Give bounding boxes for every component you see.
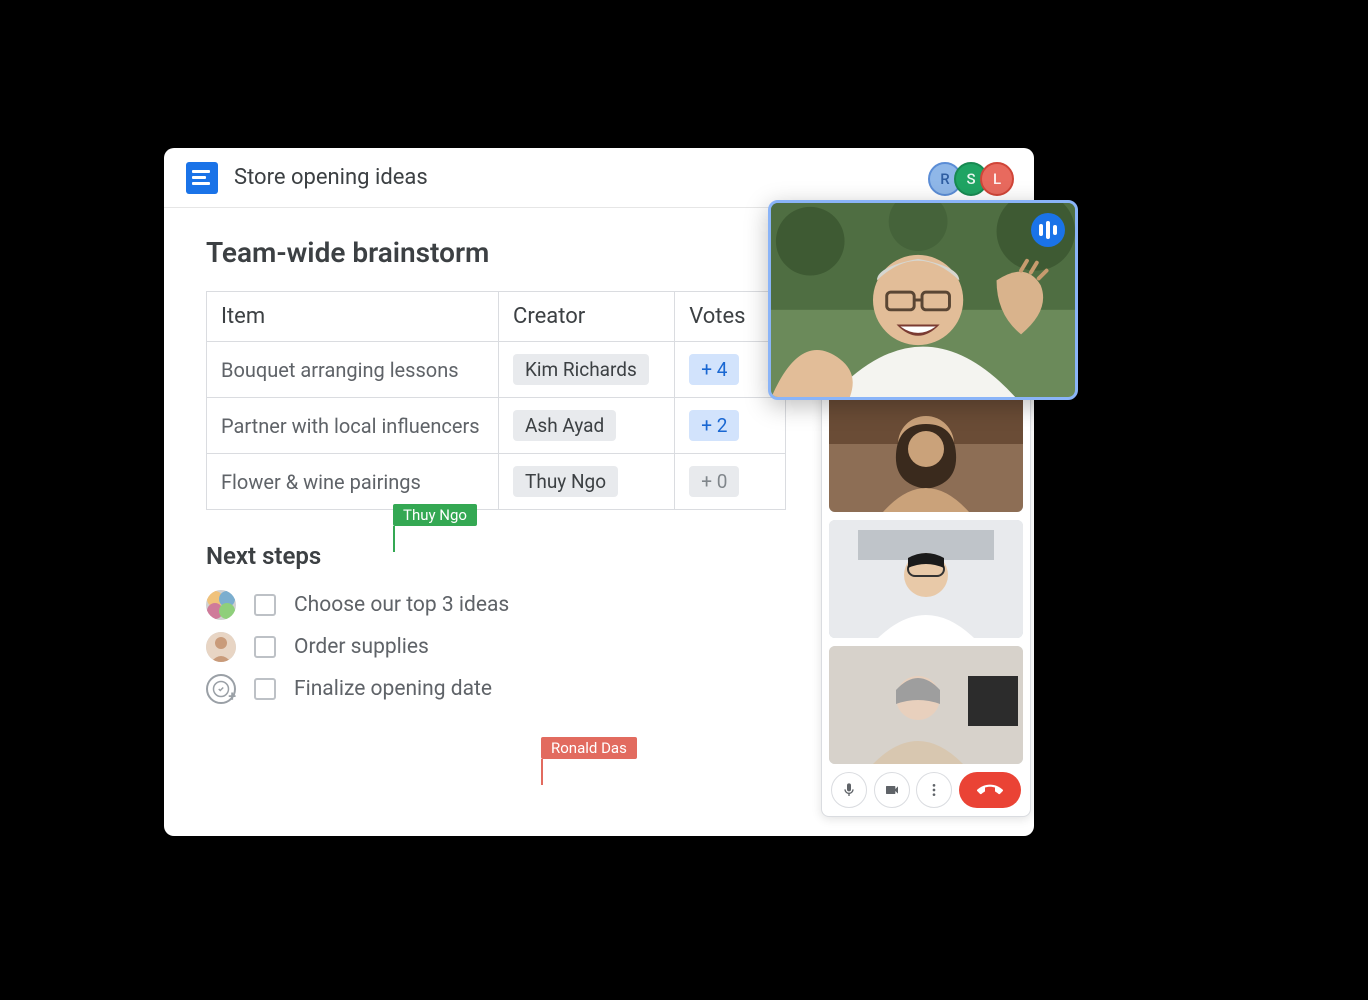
participant-thumbnail[interactable] bbox=[829, 520, 1023, 638]
hangup-button[interactable] bbox=[959, 772, 1021, 808]
table-row: Bouquet arranging lessons Kim Richards +… bbox=[207, 342, 786, 398]
video-call-panel bbox=[821, 385, 1031, 817]
checklist-label: Order supplies bbox=[294, 635, 429, 659]
col-item: Item bbox=[207, 292, 499, 342]
assignee-avatar[interactable] bbox=[206, 632, 236, 662]
participant-thumbnail[interactable] bbox=[829, 394, 1023, 512]
collaborator-cursor-label: Thuy Ngo bbox=[393, 504, 477, 526]
item-cell: Flower & wine pairings bbox=[207, 454, 499, 510]
document-title[interactable]: Store opening ideas bbox=[234, 165, 428, 190]
creator-cell: Kim Richards bbox=[499, 342, 675, 398]
more-options-button[interactable] bbox=[916, 772, 952, 808]
checkbox[interactable] bbox=[254, 636, 276, 658]
call-controls bbox=[829, 772, 1023, 810]
ideas-table: Item Creator Votes Bouquet arranging les… bbox=[206, 291, 786, 510]
checklist-label: Finalize opening date bbox=[294, 677, 492, 701]
titlebar: Store opening ideas R S L bbox=[164, 148, 1034, 208]
docs-app-icon[interactable] bbox=[186, 162, 218, 194]
col-creator: Creator bbox=[499, 292, 675, 342]
item-cell: Bouquet arranging lessons bbox=[207, 342, 499, 398]
checkbox[interactable] bbox=[254, 594, 276, 616]
table-header-row: Item Creator Votes bbox=[207, 292, 786, 342]
creator-chip[interactable]: Thuy Ngo bbox=[513, 466, 618, 497]
creator-chip[interactable]: Ash Ayad bbox=[513, 410, 616, 441]
collaborator-avatars: R S L bbox=[936, 162, 1014, 196]
creator-chip[interactable]: Kim Richards bbox=[513, 354, 649, 385]
table-row: Flower & wine pairings Thuy Ngo + 0 bbox=[207, 454, 786, 510]
checkbox[interactable] bbox=[254, 678, 276, 700]
vote-chip[interactable]: + 2 bbox=[689, 410, 739, 441]
checklist-label: Choose our top 3 ideas bbox=[294, 593, 509, 617]
mic-button[interactable] bbox=[831, 772, 867, 808]
assignee-avatar[interactable] bbox=[206, 590, 236, 620]
speaking-indicator-icon bbox=[1031, 213, 1065, 247]
camera-button[interactable] bbox=[874, 772, 910, 808]
assign-icon[interactable]: + bbox=[206, 674, 236, 704]
votes-cell: + 0 bbox=[675, 454, 786, 510]
collaborator-cursor-label: Ronald Das bbox=[541, 737, 637, 759]
collaborator-cursor bbox=[393, 526, 395, 552]
table-row: Partner with local influencers Ash Ayad … bbox=[207, 398, 786, 454]
creator-cell: Ash Ayad bbox=[499, 398, 675, 454]
vote-chip[interactable]: + 4 bbox=[689, 354, 739, 385]
participant-thumbnail[interactable] bbox=[829, 646, 1023, 764]
item-cell: Partner with local influencers bbox=[207, 398, 499, 454]
active-speaker-tile[interactable] bbox=[768, 200, 1078, 400]
votes-cell: + 2 bbox=[675, 398, 786, 454]
vote-chip[interactable]: + 0 bbox=[689, 466, 739, 497]
collaborator-cursor bbox=[541, 759, 543, 785]
creator-cell: Thuy Ngo bbox=[499, 454, 675, 510]
collaborator-avatar[interactable]: L bbox=[980, 162, 1014, 196]
